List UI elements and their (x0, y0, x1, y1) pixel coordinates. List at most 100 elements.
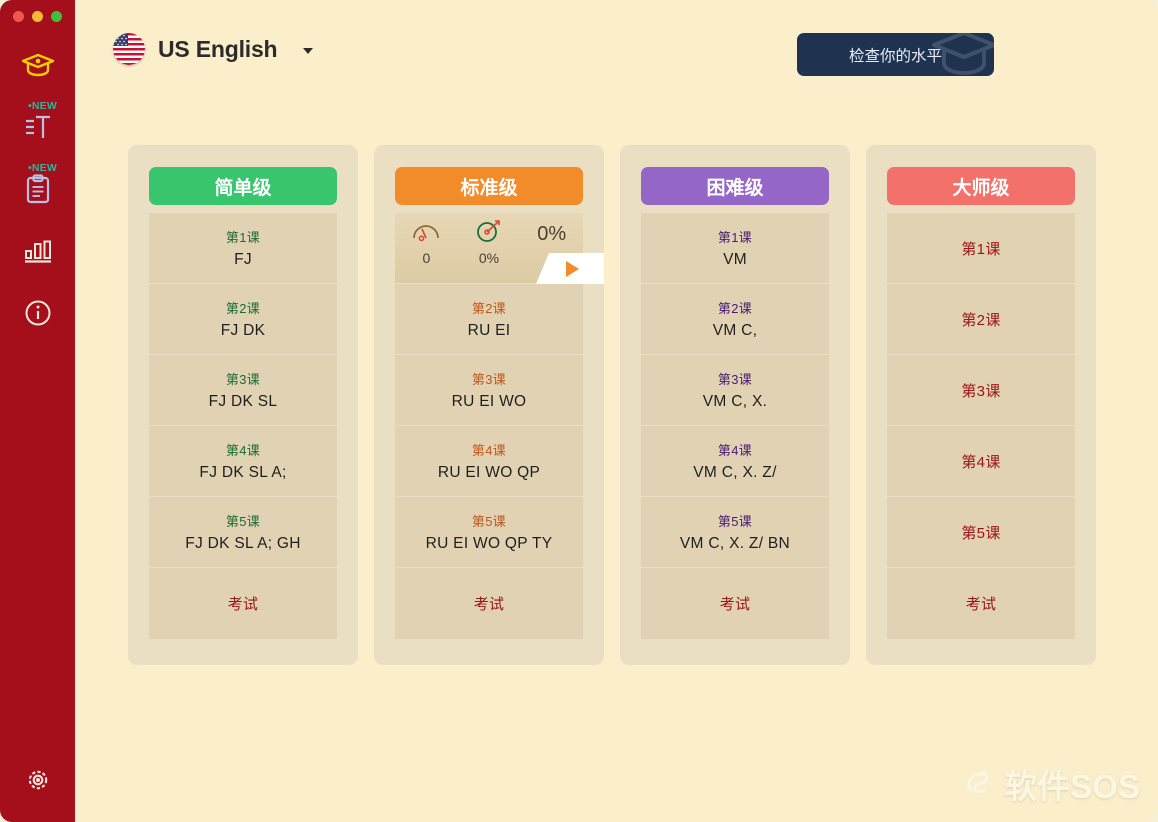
accuracy-stat: 0% (458, 213, 521, 266)
progress-stat: 0% (520, 213, 583, 246)
speed-stat: 0 (395, 213, 458, 266)
lesson-row-active[interactable]: 0 0% 0% (395, 213, 604, 284)
language-selector[interactable]: US English (113, 33, 314, 65)
lesson-number: 第1课 (225, 230, 261, 245)
sidebar-item-info[interactable] (0, 284, 75, 346)
sidebar-item-text-practice[interactable]: •NEW (0, 98, 75, 160)
lesson-keys: FJ DK SL A; (199, 464, 287, 481)
exam-label: 考试 (227, 596, 259, 613)
lesson-number: 第2课 (717, 301, 753, 316)
lesson-number: 第4课 (471, 443, 507, 458)
lesson-row[interactable]: 第1课 VM (641, 213, 829, 284)
lesson-row[interactable]: 第5课 VM C, X. Z/ BN (641, 497, 829, 568)
level-check-button[interactable]: 检查你的水平 (797, 33, 994, 76)
speed-value: 0 (422, 250, 431, 266)
lesson-keys: FJ DK (220, 322, 266, 339)
lesson-keys: FJ DK SL A; GH (185, 535, 301, 552)
sidebar-settings[interactable] (0, 765, 75, 800)
lesson-keys: RU EI (467, 322, 511, 339)
lesson-keys: VM C, (712, 322, 758, 339)
lesson-keys: RU EI WO QP TY (425, 535, 553, 552)
lesson-keys: VM (723, 251, 747, 268)
text-cursor-icon (23, 113, 53, 146)
lesson-row[interactable]: 第3课 RU EI WO (395, 355, 583, 426)
lesson-row[interactable]: 第5课 (887, 497, 1075, 568)
lesson-row[interactable]: 第2课 RU EI (395, 284, 583, 355)
level-check-button-label: 检查你的水平 (848, 47, 942, 65)
maximize-window-button[interactable] (51, 11, 62, 22)
us-flag-icon (113, 33, 145, 65)
lesson-number: 第3课 (717, 372, 753, 387)
lesson-list-master: 第1课 第2课 第3课 第4课 第5课 考试 (887, 213, 1075, 639)
progress-value: 0% (537, 223, 567, 245)
app-window: •NEW •NEW US English 检查你的水平 简单级 第1课 FJ 第… (0, 0, 1158, 822)
exam-label: 考试 (965, 596, 997, 613)
exam-row[interactable]: 考试 (149, 568, 337, 639)
lesson-row[interactable]: 第4课 RU EI WO QP (395, 426, 583, 497)
lesson-number: 第2课 (471, 301, 507, 316)
new-badge-text-practice: •NEW (28, 100, 57, 112)
lesson-row[interactable]: 第4课 VM C, X. Z/ (641, 426, 829, 497)
close-window-button[interactable] (13, 11, 24, 22)
play-lesson-button[interactable] (536, 253, 604, 284)
lesson-row[interactable]: 第3课 (887, 355, 1075, 426)
exam-label: 考试 (719, 596, 751, 613)
lesson-row[interactable]: 第4课 (887, 426, 1075, 497)
header: US English 检查你的水平 (75, 0, 1158, 100)
sidebar-item-clipboard-tests[interactable]: •NEW (0, 160, 75, 222)
lesson-keys: RU EI WO (451, 393, 527, 410)
lesson-list-easy: 第1课 FJ 第2课 FJ DK 第3课 FJ DK SL 第4课 FJ DK … (149, 213, 337, 639)
watermark: 软件SOS (961, 760, 1140, 808)
lesson-row[interactable]: 第3课 VM C, X. (641, 355, 829, 426)
lesson-number: 第1课 (717, 230, 753, 245)
lesson-keys: VM C, X. Z/ (693, 464, 777, 481)
lesson-row[interactable]: 第5课 RU EI WO QP TY (395, 497, 583, 568)
lesson-number: 第5课 (225, 514, 261, 529)
lesson-number: 第3课 (961, 382, 1001, 400)
lesson-number: 第5课 (961, 524, 1001, 542)
app-root: •NEW •NEW US English 检查你的水平 简单级 第1课 FJ 第… (0, 0, 1158, 822)
sidebar: •NEW •NEW (0, 0, 75, 822)
lesson-number: 第1课 (961, 240, 1001, 258)
lesson-row[interactable]: 第4课 FJ DK SL A; (149, 426, 337, 497)
exam-row[interactable]: 考试 (641, 568, 829, 639)
graduation-cap-icon (21, 52, 55, 83)
level-title-hard[interactable]: 困难级 (641, 167, 829, 205)
gear-icon (23, 765, 53, 800)
exam-row[interactable]: 考试 (395, 568, 583, 639)
accuracy-value: 0% (478, 250, 500, 266)
lesson-row[interactable]: 第5课 FJ DK SL A; GH (149, 497, 337, 568)
level-column-master: 大师级 第1课 第2课 第3课 第4课 第5课 考试 (866, 145, 1096, 665)
play-icon (565, 260, 579, 277)
chevron-down-icon[interactable] (303, 48, 314, 54)
bar-chart-icon (22, 238, 54, 269)
lesson-row[interactable]: 第1课 FJ (149, 213, 337, 284)
lesson-keys: RU EI WO QP (437, 464, 541, 481)
exam-row[interactable]: 考试 (887, 568, 1075, 639)
lesson-list-standard: 0 0% 0% 第2课 RU EI 第3课 RU EI WO 第4课 RU EI… (395, 213, 604, 639)
lesson-number: 第4课 (961, 453, 1001, 471)
lesson-list-hard: 第1课 VM 第2课 VM C, 第3课 VM C, X. 第4课 VM C, … (641, 213, 829, 639)
minimize-window-button[interactable] (32, 11, 43, 22)
lesson-keys: VM C, X. Z/ BN (679, 535, 791, 552)
lesson-number: 第2课 (961, 311, 1001, 329)
lesson-number: 第3课 (471, 372, 507, 387)
lesson-row[interactable]: 第1课 (887, 213, 1075, 284)
lesson-keys: FJ DK SL (208, 393, 278, 410)
lesson-keys: VM C, X. (702, 393, 768, 410)
accuracy-target-icon (474, 219, 504, 248)
language-name: US English (158, 35, 278, 62)
lesson-number: 第3课 (225, 372, 261, 387)
level-title-easy[interactable]: 简单级 (149, 167, 337, 205)
lesson-stats: 0 0% 0% (395, 213, 604, 284)
sidebar-item-lessons[interactable] (0, 36, 75, 98)
sidebar-item-statistics[interactable] (0, 222, 75, 284)
lesson-row[interactable]: 第2课 (887, 284, 1075, 355)
lesson-row[interactable]: 第2课 FJ DK (149, 284, 337, 355)
level-title-master[interactable]: 大师级 (887, 167, 1075, 205)
lesson-row[interactable]: 第2课 VM C, (641, 284, 829, 355)
level-title-standard[interactable]: 标准级 (395, 167, 583, 205)
level-column-standard: 标准级 0 0% 0% 第2课 RU EI 第3课 RU EI WO 第4课 R… (374, 145, 604, 665)
clipboard-icon (24, 173, 52, 209)
lesson-row[interactable]: 第3课 FJ DK SL (149, 355, 337, 426)
